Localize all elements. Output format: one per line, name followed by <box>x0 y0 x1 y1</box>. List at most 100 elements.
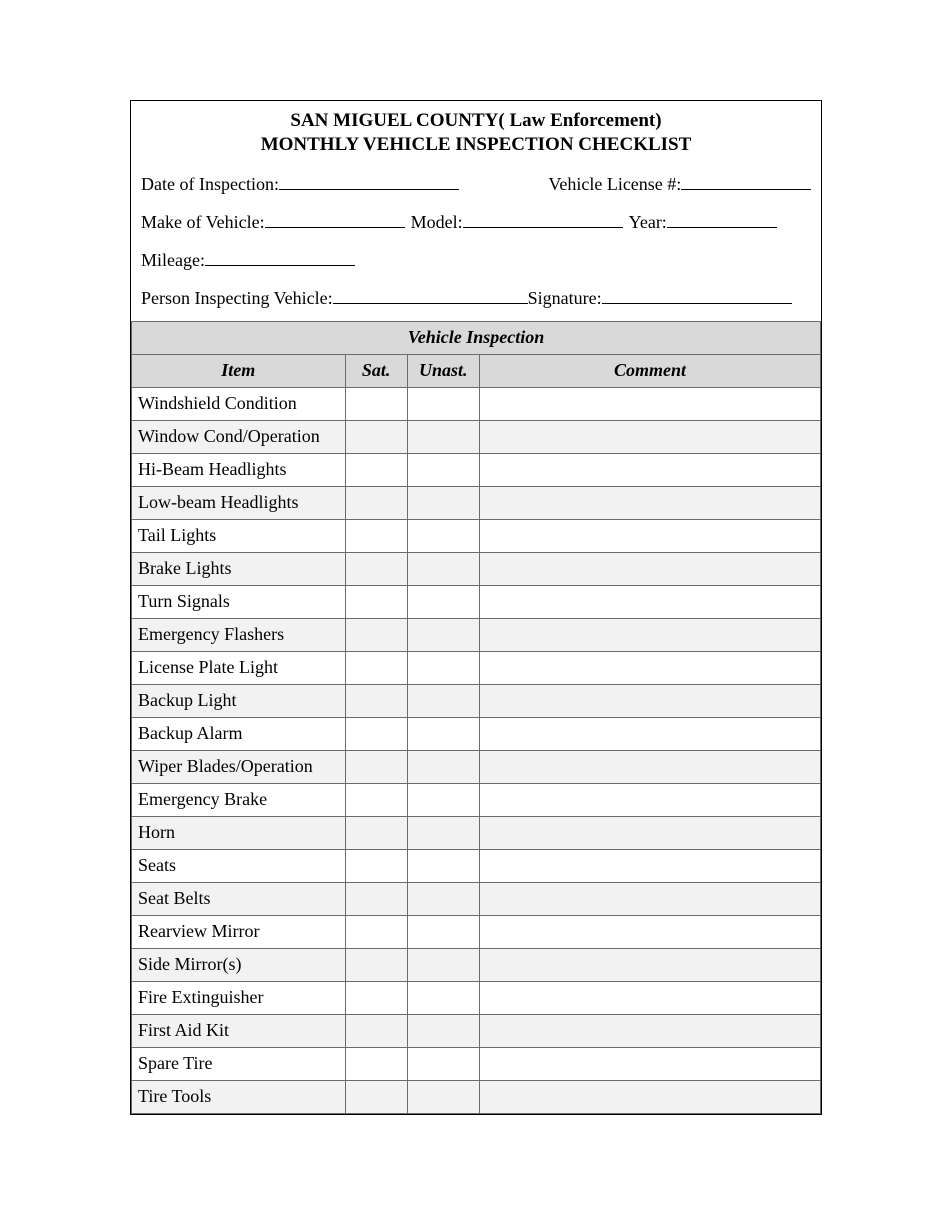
sat-cell[interactable] <box>345 651 407 684</box>
comment-cell[interactable] <box>479 453 820 486</box>
sat-cell[interactable] <box>345 552 407 585</box>
unast-cell[interactable] <box>407 618 479 651</box>
unast-cell[interactable] <box>407 717 479 750</box>
table-row: Windshield Condition <box>132 387 821 420</box>
col-sat-header: Sat. <box>345 354 407 387</box>
table-row: Low-beam Headlights <box>132 486 821 519</box>
license-label: Vehicle License #: <box>548 174 681 195</box>
person-input[interactable] <box>333 285 528 304</box>
sat-cell[interactable] <box>345 486 407 519</box>
unast-cell[interactable] <box>407 585 479 618</box>
sat-cell[interactable] <box>345 1014 407 1047</box>
item-cell: License Plate Light <box>132 651 346 684</box>
sat-cell[interactable] <box>345 1080 407 1113</box>
unast-cell[interactable] <box>407 750 479 783</box>
item-cell: Wiper Blades/Operation <box>132 750 346 783</box>
sat-cell[interactable] <box>345 717 407 750</box>
item-cell: Seat Belts <box>132 882 346 915</box>
table-row: Spare Tire <box>132 1047 821 1080</box>
unast-cell[interactable] <box>407 783 479 816</box>
sat-cell[interactable] <box>345 453 407 486</box>
item-cell: Side Mirror(s) <box>132 948 346 981</box>
make-label: Make of Vehicle: <box>141 212 265 233</box>
col-unast-header: Unast. <box>407 354 479 387</box>
unast-cell[interactable] <box>407 849 479 882</box>
item-cell: Spare Tire <box>132 1047 346 1080</box>
unast-cell[interactable] <box>407 915 479 948</box>
unast-cell[interactable] <box>407 453 479 486</box>
unast-cell[interactable] <box>407 519 479 552</box>
table-row: Tire Tools <box>132 1080 821 1113</box>
sat-cell[interactable] <box>345 849 407 882</box>
comment-cell[interactable] <box>479 981 820 1014</box>
unast-cell[interactable] <box>407 1047 479 1080</box>
sat-cell[interactable] <box>345 750 407 783</box>
comment-cell[interactable] <box>479 783 820 816</box>
section-header-row: Vehicle Inspection <box>132 321 821 354</box>
date-input[interactable] <box>279 171 459 190</box>
unast-cell[interactable] <box>407 651 479 684</box>
comment-cell[interactable] <box>479 717 820 750</box>
sat-cell[interactable] <box>345 882 407 915</box>
comment-cell[interactable] <box>479 816 820 849</box>
sat-cell[interactable] <box>345 585 407 618</box>
table-row: Seat Belts <box>132 882 821 915</box>
row-mileage: Mileage: <box>141 247 811 271</box>
comment-cell[interactable] <box>479 1014 820 1047</box>
comment-cell[interactable] <box>479 750 820 783</box>
comment-cell[interactable] <box>479 1047 820 1080</box>
mileage-input[interactable] <box>205 247 355 266</box>
year-input[interactable] <box>667 209 777 228</box>
sat-cell[interactable] <box>345 915 407 948</box>
comment-cell[interactable] <box>479 651 820 684</box>
make-input[interactable] <box>265 209 405 228</box>
date-label: Date of Inspection: <box>141 174 279 195</box>
comment-cell[interactable] <box>479 915 820 948</box>
sat-cell[interactable] <box>345 420 407 453</box>
comment-cell[interactable] <box>479 420 820 453</box>
comment-cell[interactable] <box>479 1080 820 1113</box>
comment-cell[interactable] <box>479 618 820 651</box>
comment-cell[interactable] <box>479 948 820 981</box>
unast-cell[interactable] <box>407 486 479 519</box>
sat-cell[interactable] <box>345 816 407 849</box>
unast-cell[interactable] <box>407 420 479 453</box>
sat-cell[interactable] <box>345 618 407 651</box>
table-row: Brake Lights <box>132 552 821 585</box>
comment-cell[interactable] <box>479 519 820 552</box>
unast-cell[interactable] <box>407 1014 479 1047</box>
comment-cell[interactable] <box>479 684 820 717</box>
unast-cell[interactable] <box>407 816 479 849</box>
unast-cell[interactable] <box>407 948 479 981</box>
item-cell: Low-beam Headlights <box>132 486 346 519</box>
model-input[interactable] <box>463 209 623 228</box>
unast-cell[interactable] <box>407 552 479 585</box>
table-row: Turn Signals <box>132 585 821 618</box>
table-row: Seats <box>132 849 821 882</box>
unast-cell[interactable] <box>407 882 479 915</box>
row-make-model-year: Make of Vehicle: Model: Year: <box>141 209 811 233</box>
sat-cell[interactable] <box>345 684 407 717</box>
comment-cell[interactable] <box>479 849 820 882</box>
sat-cell[interactable] <box>345 948 407 981</box>
comment-cell[interactable] <box>479 585 820 618</box>
item-cell: Fire Extinguisher <box>132 981 346 1014</box>
sat-cell[interactable] <box>345 519 407 552</box>
signature-input[interactable] <box>602 285 792 304</box>
item-cell: Seats <box>132 849 346 882</box>
comment-cell[interactable] <box>479 387 820 420</box>
item-cell: Tire Tools <box>132 1080 346 1113</box>
sat-cell[interactable] <box>345 1047 407 1080</box>
comment-cell[interactable] <box>479 882 820 915</box>
unast-cell[interactable] <box>407 387 479 420</box>
sat-cell[interactable] <box>345 387 407 420</box>
comment-cell[interactable] <box>479 486 820 519</box>
sat-cell[interactable] <box>345 783 407 816</box>
unast-cell[interactable] <box>407 981 479 1014</box>
header-area: SAN MIGUEL COUNTY( Law Enforcement) MONT… <box>131 101 821 321</box>
sat-cell[interactable] <box>345 981 407 1014</box>
license-input[interactable] <box>681 171 811 190</box>
unast-cell[interactable] <box>407 1080 479 1113</box>
unast-cell[interactable] <box>407 684 479 717</box>
comment-cell[interactable] <box>479 552 820 585</box>
